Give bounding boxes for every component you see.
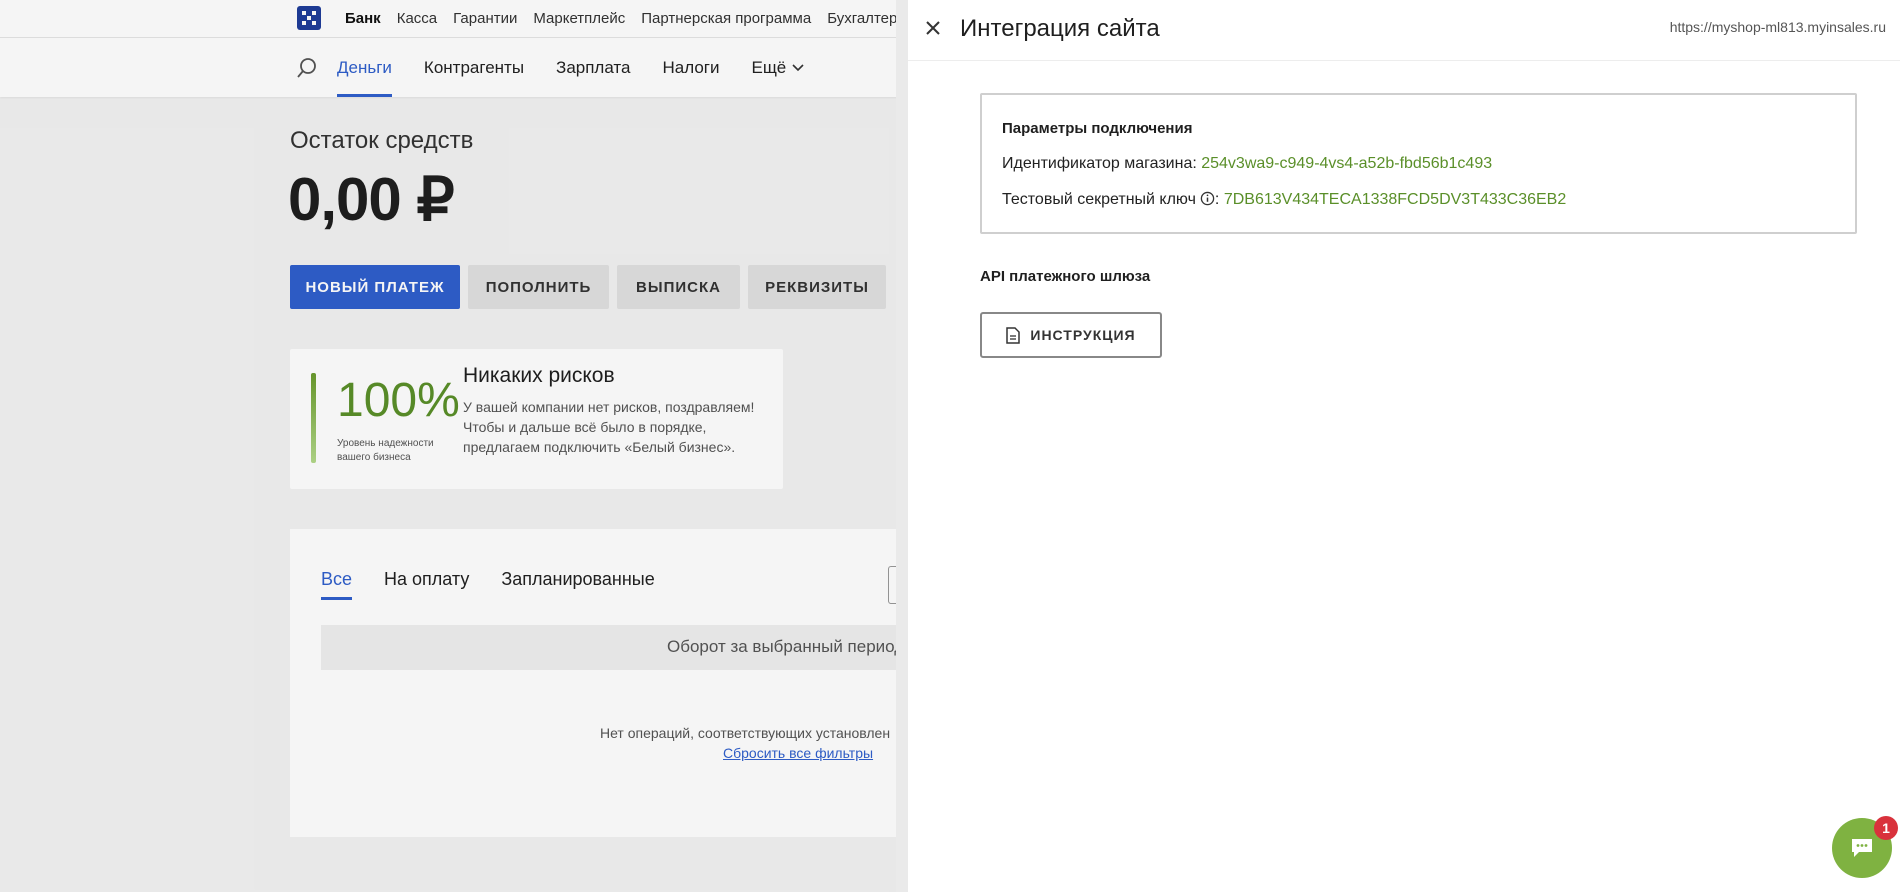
topnav-item-bank[interactable]: Банк	[345, 10, 381, 27]
shop-id-label: Идентификатор магазина:	[1002, 155, 1197, 172]
subnav-item-salary[interactable]: Зарплата	[556, 38, 630, 97]
tab-all[interactable]: Все	[321, 569, 353, 600]
risk-title: Никаких рисков	[463, 364, 615, 387]
document-icon	[1006, 326, 1021, 344]
secret-key-value[interactable]: 7DB613V434TECA1338FCD5DV3T433C36EB2	[1224, 191, 1566, 208]
secret-key-colon: :	[1214, 191, 1220, 208]
top-up-button[interactable]: ПОПОЛНИТЬ	[468, 265, 609, 309]
panel-edge	[896, 0, 908, 892]
shop-url: https://myshop-ml813.myinsales.ru	[1669, 19, 1886, 35]
topnav-item-accountant[interactable]: Бухгалтер	[827, 10, 897, 27]
topnav-item-kassa[interactable]: Касса	[397, 10, 437, 27]
panel-title: Интеграция сайта	[960, 15, 1160, 42]
integration-panel: Интеграция сайта https://myshop-ml813.my…	[908, 0, 1900, 892]
connection-params-box: Параметры подключения Идентификатор мага…	[980, 93, 1857, 234]
top-nav: Банк Касса Гарантии Маркетплейс Партнерс…	[345, 0, 938, 37]
subnav-items: Деньги Контрагенты Зарплата Налоги Ещё	[337, 38, 836, 97]
topnav-item-partner[interactable]: Партнерская программа	[641, 10, 811, 27]
chat-icon	[1852, 839, 1872, 857]
subnav-item-money[interactable]: Деньги	[337, 38, 392, 97]
balance-value: 0,00 ₽	[288, 166, 455, 233]
subnav-item-counterparties[interactable]: Контрагенты	[424, 38, 524, 97]
bank-logo-icon[interactable]	[297, 6, 321, 30]
params-title: Параметры подключения	[1002, 120, 1193, 137]
details-button[interactable]: РЕКВИЗИТЫ	[748, 265, 886, 309]
shop-id-row: Идентификатор магазина: 254v3wa9-c949-4v…	[1002, 155, 1492, 173]
subnav-item-more[interactable]: Ещё	[751, 38, 804, 97]
risk-subtitle: Уровень надежности вашего бизнеса	[337, 438, 434, 463]
risk-percent: 100%	[337, 374, 460, 427]
instruction-label: ИНСТРУКЦИЯ	[1030, 327, 1136, 343]
risk-level-bar	[311, 373, 316, 463]
balance-label: Остаток средств	[290, 127, 474, 154]
turnover-bar: Оборот за выбранный период:	[321, 625, 910, 670]
info-icon[interactable]	[1200, 191, 1215, 206]
operations-tabs: Все На оплату Запланированные	[321, 569, 687, 600]
operations-card: Все На оплату Запланированные Оборот за …	[290, 529, 910, 837]
tab-scheduled[interactable]: Запланированные	[501, 569, 654, 600]
search-icon[interactable]	[296, 57, 318, 84]
subnav-item-taxes[interactable]: Налоги	[662, 38, 719, 97]
panel-header: Интеграция сайта https://myshop-ml813.my…	[908, 0, 1900, 61]
close-icon[interactable]	[923, 18, 943, 43]
risk-card[interactable]: 100% Уровень надежности вашего бизнеса Н…	[290, 349, 783, 489]
new-payment-button[interactable]: НОВЫЙ ПЛАТЕЖ	[290, 265, 460, 309]
chevron-down-icon	[792, 63, 804, 71]
secret-key-row: Тестовый секретный ключ : 7DB613V434TECA…	[1002, 191, 1566, 209]
empty-state-text: Нет операций, соответствующих установлен	[600, 725, 891, 741]
topnav-item-guarantees[interactable]: Гарантии	[453, 10, 517, 27]
risk-text: У вашей компании нет рисков, поздравляем…	[463, 399, 755, 455]
reset-filters-link[interactable]: Сбросить все фильтры	[723, 745, 873, 761]
chat-badge: 1	[1874, 816, 1898, 840]
topnav-item-marketplace[interactable]: Маркетплейс	[533, 10, 625, 27]
shop-id-value[interactable]: 254v3wa9-c949-4vs4-a52b-fbd56b1c493	[1201, 155, 1492, 172]
turnover-label: Оборот за выбранный период:	[667, 637, 909, 656]
secret-key-label: Тестовый секретный ключ	[1002, 191, 1196, 208]
action-buttons: НОВЫЙ ПЛАТЕЖ ПОПОЛНИТЬ ВЫПИСКА РЕКВИЗИТЫ	[290, 265, 886, 309]
tab-to-pay[interactable]: На оплату	[384, 569, 469, 600]
api-title: API платежного шлюза	[980, 268, 1151, 285]
statement-button[interactable]: ВЫПИСКА	[617, 265, 740, 309]
instruction-button[interactable]: ИНСТРУКЦИЯ	[980, 312, 1162, 358]
